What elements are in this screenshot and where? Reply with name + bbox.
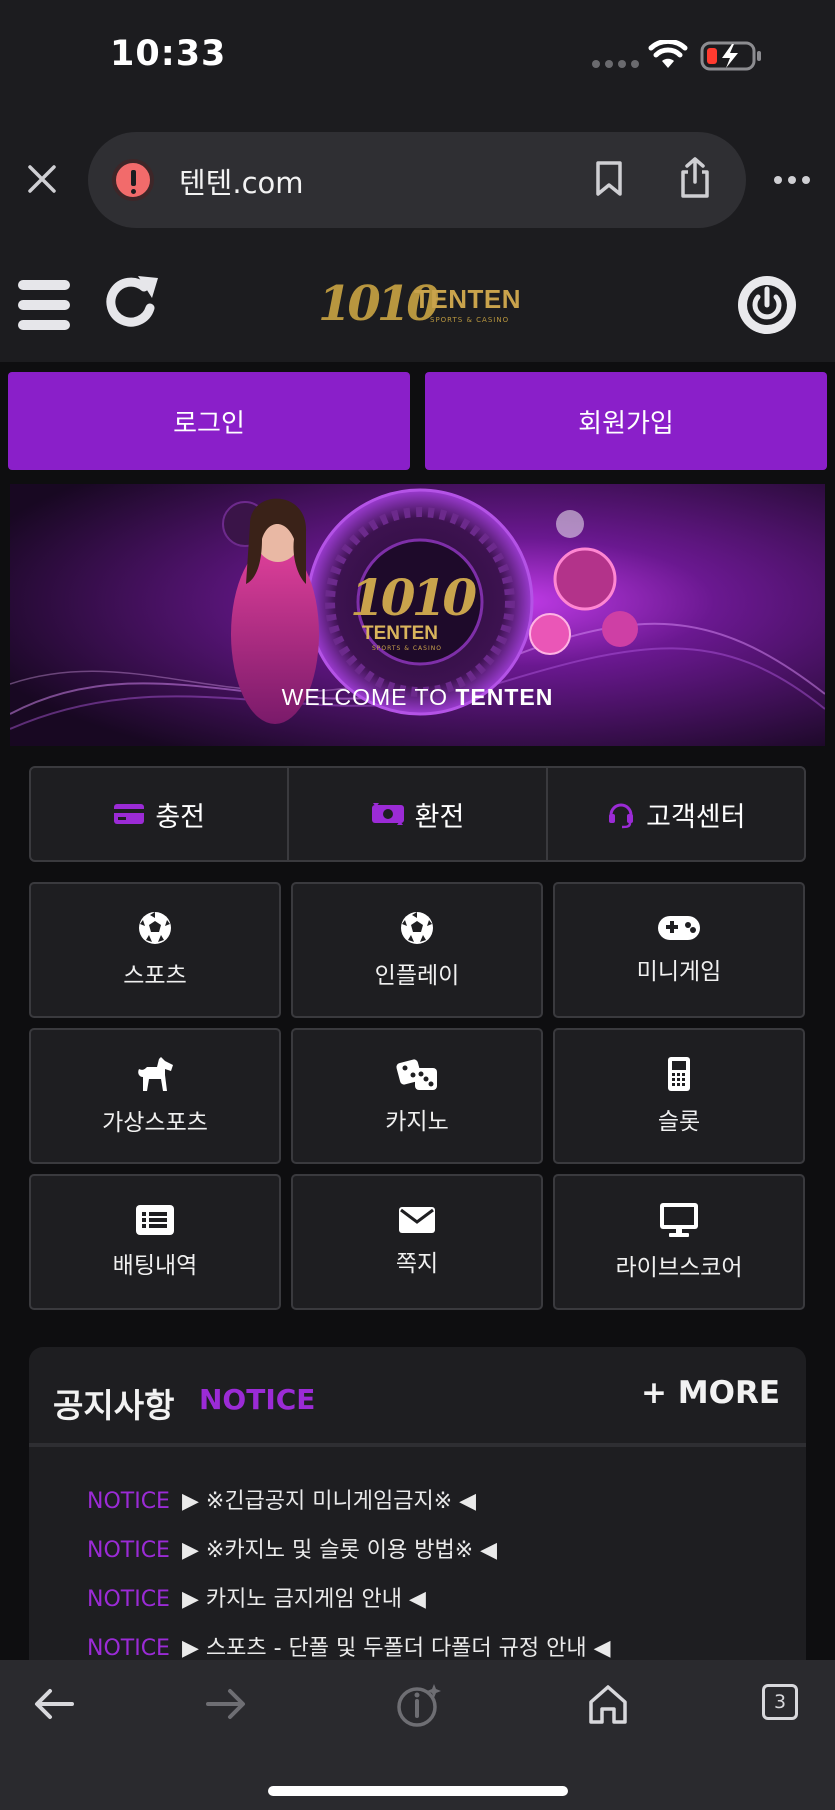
back-arrow-icon[interactable] (32, 1682, 76, 1726)
monitor-icon (660, 1203, 698, 1237)
headset-icon (609, 803, 634, 829)
menu-bet-history[interactable]: 배팅내역 (29, 1174, 281, 1310)
menu-messages[interactable]: 쪽지 (291, 1174, 543, 1310)
menu-live-score[interactable]: 라이브스코어 (553, 1174, 805, 1310)
browser-toolbar: 3 (0, 1660, 835, 1810)
notice-list: NOTICE ▶ ※긴급공지 미니게임금지※ ◀ NOTICE ▶ ※카지노 및 슬… (87, 1483, 611, 1679)
envelope-icon (399, 1207, 435, 1233)
menu-casino[interactable]: 카지노 (291, 1028, 543, 1164)
warning-icon[interactable] (112, 159, 154, 201)
quick-deposit-button[interactable]: 충전 (31, 768, 287, 860)
notice-subtitle: NOTICE (199, 1383, 316, 1416)
welcome-banner[interactable]: 1010 TENTEN SPORTS & CASINO WELCOME TO T… (10, 484, 825, 746)
login-button[interactable]: 로그인 (8, 372, 410, 470)
menu-slot[interactable]: 슬롯 (553, 1028, 805, 1164)
wifi-icon (648, 40, 688, 68)
refresh-icon[interactable] (104, 272, 162, 332)
game-menu-grid: 스포츠 인플레이 미니게임 가상스포츠 카지노 슬롯 배팅내역 쪽지 라이브스코… (29, 882, 806, 1310)
url-text[interactable]: 텐텐.com (179, 160, 304, 202)
forward-arrow-icon[interactable] (204, 1682, 248, 1726)
menu-sports[interactable]: 스포츠 (29, 882, 281, 1018)
banner-welcome-text: WELCOME TO TENTEN (281, 684, 554, 710)
soccer-ball-icon (401, 912, 433, 944)
signup-button[interactable]: 회원가입 (425, 372, 827, 470)
notice-item[interactable]: NOTICE ▶ ※긴급공지 미니게임금지※ ◀ (87, 1483, 611, 1532)
home-indicator (268, 1786, 568, 1796)
notice-more-link[interactable]: + MORE (641, 1375, 780, 1411)
notice-item[interactable]: NOTICE ▶ ※카지노 및 슬롯 이용 방법※ ◀ (87, 1532, 611, 1581)
power-icon[interactable] (738, 276, 796, 334)
menu-icon[interactable] (18, 280, 70, 330)
notice-title: 공지사항 (53, 1386, 175, 1425)
main-content: 로그인 회원가입 1010 TENTEN SPORTS & CASINO WEL… (0, 362, 835, 1687)
gamepad-icon (658, 916, 700, 940)
battery-charging-icon (700, 41, 761, 71)
banner-logo: 1010 TENTEN SPORTS & CASINO (350, 568, 477, 652)
credit-card-icon (114, 804, 145, 824)
address-bar[interactable]: 텐텐.com (88, 132, 746, 228)
browser-chrome: 10:33 텐텐.com (0, 0, 835, 250)
menu-virtual-sports[interactable]: 가상스포츠 (29, 1028, 281, 1164)
horse-icon (138, 1057, 173, 1091)
notice-header: 공지사항 NOTICE + MORE (29, 1347, 806, 1447)
site-header: 1010 TENTEN SPORTS & CASINO (0, 250, 835, 362)
share-icon[interactable] (678, 156, 712, 200)
auth-buttons: 로그인 회원가입 (8, 372, 827, 470)
tabs-button[interactable]: 3 (762, 1684, 798, 1720)
mobile-phone-icon (668, 1057, 690, 1091)
list-icon (136, 1205, 174, 1235)
site-logo[interactable]: 1010 TENTEN SPORTS & CASINO (318, 276, 521, 336)
notice-item[interactable]: NOTICE ▶ 카지노 금지게임 안내 ◀ (87, 1581, 611, 1630)
quick-support-button[interactable]: 고객센터 (545, 768, 804, 860)
notice-board: 공지사항 NOTICE + MORE NOTICE ▶ ※긴급공지 미니게임금지※… (29, 1347, 806, 1687)
home-icon[interactable] (586, 1682, 630, 1726)
close-icon[interactable] (26, 163, 58, 195)
menu-minigame[interactable]: 미니게임 (553, 882, 805, 1018)
dice-icon (396, 1059, 437, 1090)
soccer-ball-icon (139, 912, 171, 944)
quick-menu: 충전 환전 고객센터 (29, 766, 806, 862)
bookmark-icon[interactable] (594, 160, 624, 198)
cellular-signal-icon (592, 60, 639, 68)
page-info-icon[interactable] (396, 1682, 442, 1728)
exchange-icon (371, 803, 404, 825)
status-time: 10:33 (110, 34, 227, 74)
menu-inplay[interactable]: 인플레이 (291, 882, 543, 1018)
quick-withdraw-button[interactable]: 환전 (287, 768, 545, 860)
more-options-icon[interactable] (774, 176, 810, 184)
